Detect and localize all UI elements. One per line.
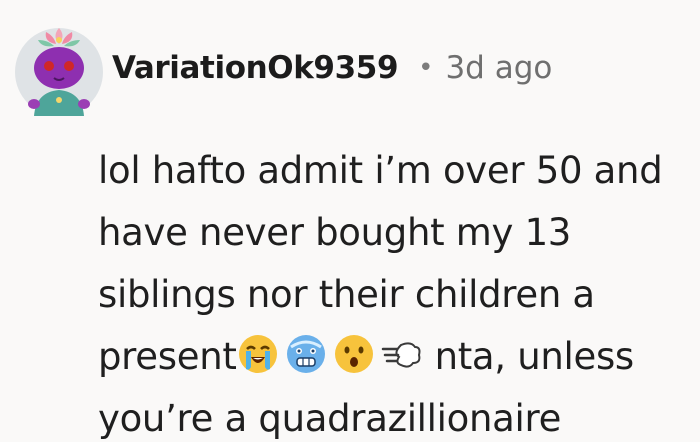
avatar[interactable]: [12, 18, 106, 118]
comment-line-with-emojis: present nta, unless: [98, 326, 688, 388]
comment-line: have never bought my 13: [98, 211, 572, 254]
cold-face-icon: [286, 335, 325, 373]
meta-separator: •: [418, 53, 434, 83]
loudly-crying-face-icon: [238, 335, 277, 373]
timestamp[interactable]: 3d ago: [445, 50, 552, 86]
comment: VariationOk9359 • 3d ago lol hafto admit…: [0, 0, 700, 442]
comment-line: you’re a quadrazillionaire: [98, 397, 562, 440]
comment-line: lol hafto admit i’m over 50 and: [98, 149, 663, 192]
dashing-away-icon: [381, 342, 421, 368]
username-link[interactable]: VariationOk9359: [112, 50, 399, 86]
comment-body: lol hafto admit i’m over 50 and have nev…: [98, 140, 688, 442]
comment-meta: VariationOk9359 • 3d ago: [112, 50, 552, 86]
comment-text: nta, unless: [434, 335, 635, 378]
astonished-face-icon: [334, 335, 373, 373]
comment-text: present: [98, 335, 237, 378]
comment-line: siblings nor their children a: [98, 273, 595, 316]
